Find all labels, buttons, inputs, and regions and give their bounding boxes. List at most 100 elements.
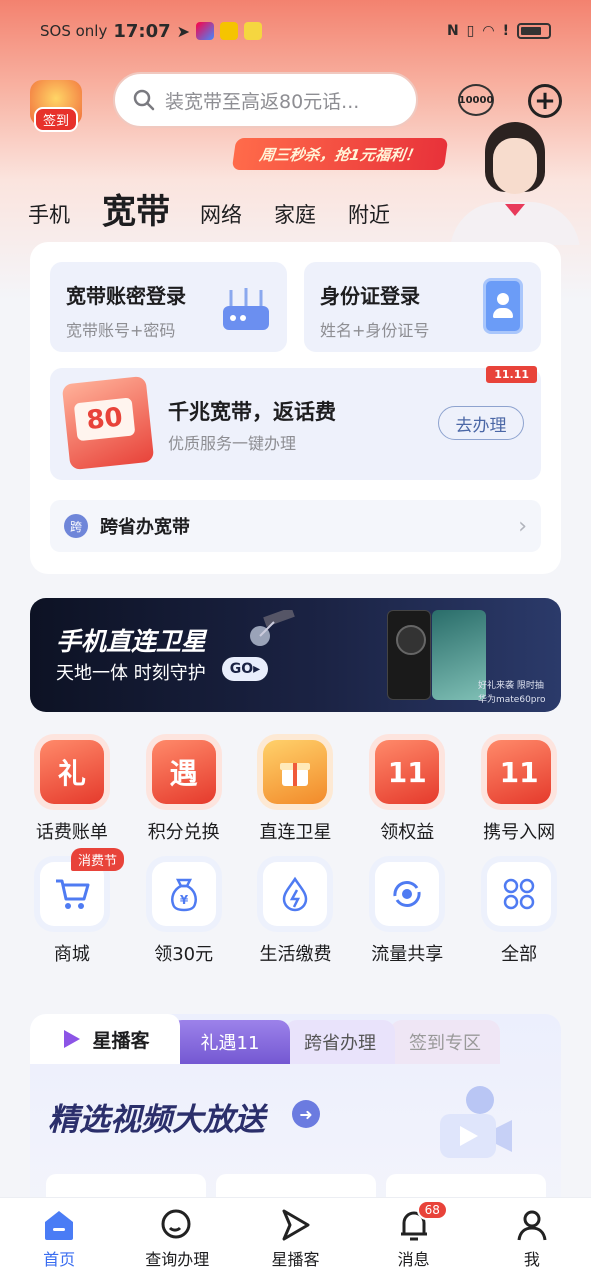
promo-badge: 消费节 [71, 848, 125, 871]
feed-brand-label: 星播客 [92, 1029, 150, 1052]
cross-province-icon: 跨 [64, 514, 88, 538]
feed-brand[interactable]: 星播客 [30, 1014, 180, 1064]
go-button[interactable]: GO▸ [222, 657, 268, 681]
flash-sale-banner[interactable]: 周三秒杀，抢1元福利！ [231, 138, 449, 170]
phone-image [387, 610, 431, 700]
vibrate-icon: ▯ [466, 23, 475, 39]
tab-gift-11[interactable]: 礼遇11 [170, 1020, 290, 1064]
carrier-text: SOS only [40, 22, 108, 40]
tab-family[interactable]: 家庭 [274, 199, 316, 233]
grid-item-label: 流量共享 [371, 944, 444, 965]
double-eleven-icon: 11 [375, 740, 440, 804]
grid-item-label: 携号入网 [483, 822, 556, 843]
add-icon[interactable]: + [528, 84, 562, 118]
grid-item-label: 生活缴费 [259, 944, 332, 965]
redpack-value: 80 [73, 397, 136, 442]
nav-me[interactable]: 我 [477, 1208, 587, 1270]
money-bag-icon: ¥ [151, 862, 216, 926]
search-bar[interactable]: 装宽带至高返80元话... [113, 72, 418, 128]
share-icon [375, 862, 440, 926]
satellite-title: 手机直连卫星 [56, 627, 207, 656]
tab-network[interactable]: 网络 [200, 199, 242, 233]
offer-icon: 遇 [151, 740, 216, 804]
tab-nearby[interactable]: 附近 [348, 199, 390, 233]
grid-item-data-share[interactable]: 流量共享 [351, 862, 463, 966]
grid-item-port-number[interactable]: 11 携号入网 [463, 740, 575, 844]
double-eleven-tag: 11.11 [486, 366, 537, 383]
satellite-subtitle: 天地一体 时刻守护 [56, 663, 206, 684]
tab-broadband[interactable]: 宽带 [102, 184, 170, 233]
satellite-banner[interactable]: 手机直连卫星 天地一体 时刻守护 GO▸ 好礼来袭 限时抽 华为mate60pr… [30, 598, 561, 712]
grid-item-benefits[interactable]: 11 领权益 [351, 740, 463, 844]
grid-item-label: 直连卫星 [259, 822, 332, 843]
nav-label: 我 [523, 1250, 540, 1269]
app-notification-icon [220, 22, 239, 40]
tab-cross-province[interactable]: 跨省办理 [285, 1020, 395, 1064]
query-icon [161, 1209, 191, 1239]
nav-messages[interactable]: 68 消息 [359, 1200, 469, 1270]
chevron-right-icon: › [518, 513, 527, 539]
category-tabs: 手机 宽带 网络 家庭 附近 [28, 184, 422, 233]
grid-item-label: 商城 [53, 944, 90, 965]
satellite-icon [250, 610, 295, 646]
app-notification-icon [196, 22, 215, 40]
router-icon [223, 288, 269, 330]
grid-item-coupon[interactable]: ¥ 领30元 [128, 862, 240, 966]
red-envelope-icon: 80 [61, 375, 155, 471]
arrow-right-icon[interactable]: ➜ [292, 1100, 320, 1128]
search-icon [133, 89, 155, 111]
clock: 17:07 [113, 20, 171, 42]
signin-label: 签到 [33, 107, 78, 132]
id-login-tile[interactable]: 身份证登录 姓名+身份证号 [304, 262, 541, 352]
utility-icon [263, 862, 328, 926]
cross-province-broadband[interactable]: 跨 跨省办宽带 › [50, 500, 541, 552]
play-icon [64, 1030, 81, 1048]
nav-home[interactable]: 首页 [4, 1208, 114, 1270]
cart-icon [39, 862, 104, 926]
grid-item-utilities[interactable]: 生活缴费 [240, 862, 352, 966]
feed-headline[interactable]: 精选视频大放送 [48, 1094, 265, 1139]
customer-service-icon[interactable]: 10000 [458, 84, 494, 116]
tab-checkin-zone[interactable]: 签到专区 [390, 1020, 500, 1064]
nav-query[interactable]: 查询办理 [122, 1208, 232, 1270]
quick-service-grid: 礼 话费账单 遇 积分兑换 直连卫星 11 领权益 11 携号入网 消费节 商城… [16, 740, 575, 966]
feed-tabs: 签到专区 跨省办理 礼遇11 星播客 [30, 1014, 561, 1064]
cross-province-label: 跨省办宽带 [100, 517, 190, 538]
search-placeholder: 装宽带至高返80元话... [165, 90, 360, 113]
status-bar: SOS only 17:07 ➤ N ▯ ◠ ! [0, 0, 591, 62]
nav-label: 查询办理 [145, 1250, 210, 1269]
unread-badge: 68 [416, 1200, 448, 1220]
grid-icon [487, 862, 552, 926]
broadband-card: 宽带账密登录 宽带账号+密码 身份证登录 姓名+身份证号 80 千兆宽带，返话费… [30, 242, 561, 574]
telegram-icon: ➤ [176, 21, 191, 41]
account-login-tile[interactable]: 宽带账密登录 宽带账号+密码 [50, 262, 287, 352]
nav-xingboke[interactable]: 星播客 [240, 1208, 350, 1270]
play-icon [282, 1209, 310, 1241]
profile-icon [517, 1210, 547, 1241]
grid-item-label: 领权益 [380, 822, 435, 843]
grid-item-points[interactable]: 遇 积分兑换 [128, 740, 240, 844]
grid-item-mall[interactable]: 消费节 商城 [16, 848, 128, 966]
gift-icon: 礼 [39, 740, 104, 804]
nav-label: 消息 [397, 1250, 430, 1269]
banner-caption: 好礼来袭 限时抽 [478, 681, 544, 691]
gigabit-offer[interactable]: 80 千兆宽带，返话费 优质服务一键办理 去办理 11.11 [50, 366, 541, 480]
gig-offer-subtitle: 优质服务一键办理 [168, 434, 297, 453]
grid-item-label: 领30元 [154, 944, 214, 965]
gift-box-icon [263, 740, 328, 804]
gig-offer-title: 千兆宽带，返话费 [168, 400, 336, 424]
signin-button[interactable]: 签到 [30, 80, 82, 132]
svg-text:¥: ¥ [180, 893, 189, 907]
nfc-icon: N [446, 23, 459, 39]
nav-label: 首页 [43, 1250, 76, 1269]
grid-item-label: 话费账单 [35, 822, 108, 843]
grid-item-all[interactable]: 全部 [463, 862, 575, 966]
app-notification-icon [244, 22, 263, 40]
assistant-avatar[interactable] [445, 120, 585, 245]
tab-phone[interactable]: 手机 [28, 199, 70, 233]
grid-item-bill[interactable]: 礼 话费账单 [16, 740, 128, 844]
apply-button[interactable]: 去办理 [438, 406, 524, 440]
nav-label: 星播客 [271, 1250, 320, 1269]
grid-item-label: 积分兑换 [147, 822, 220, 843]
grid-item-satellite[interactable]: 直连卫星 [240, 740, 352, 844]
